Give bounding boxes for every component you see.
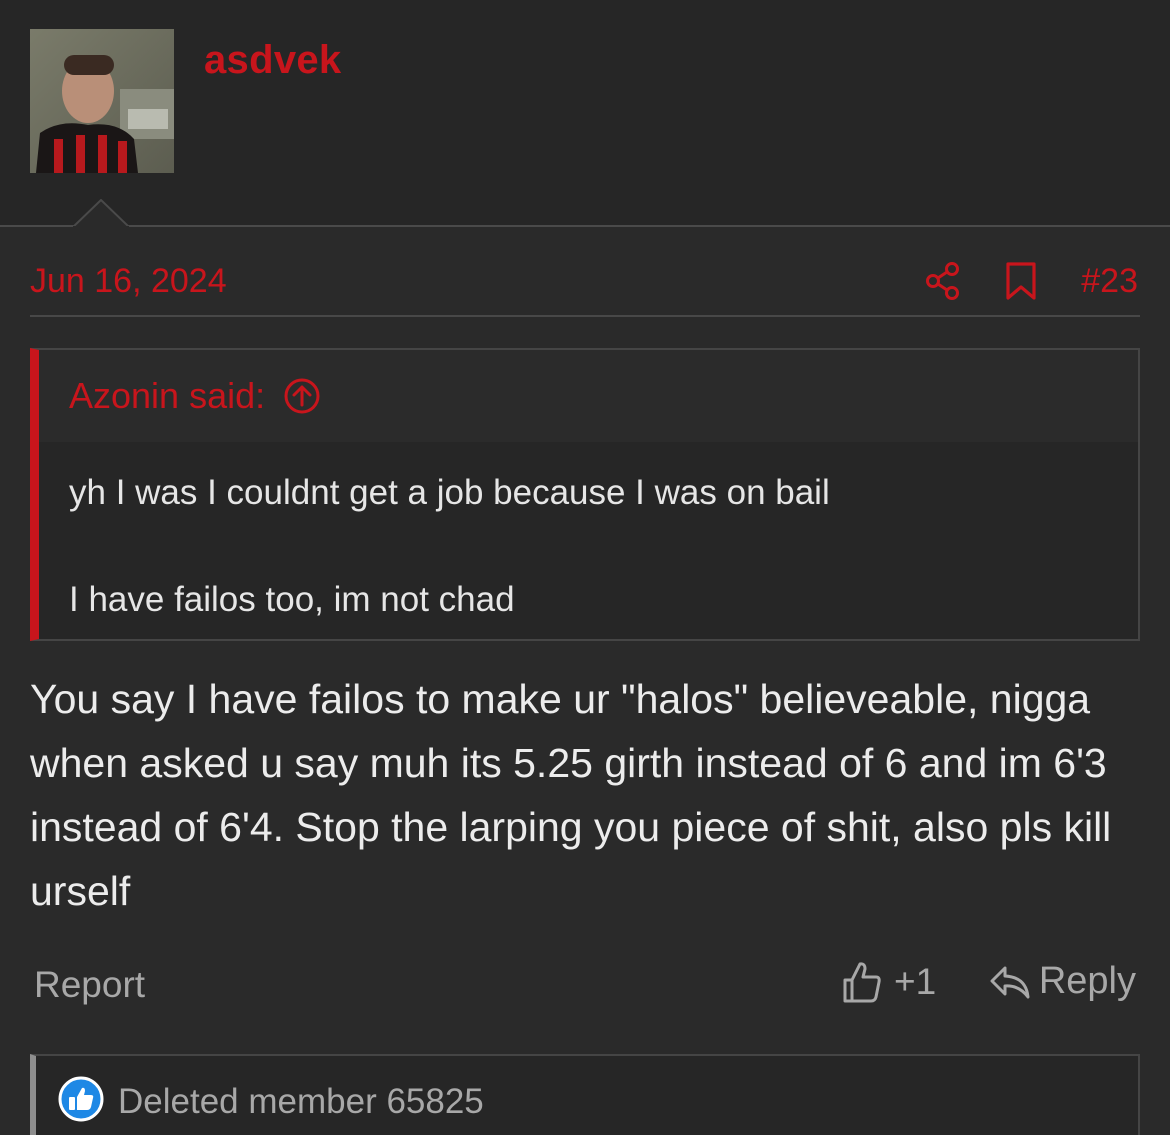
reply-arrow-icon [990, 966, 1030, 998]
header-divider [0, 225, 1170, 227]
avatar[interactable] [30, 29, 174, 173]
post-meta-actions: #23 [923, 258, 1138, 304]
username-link[interactable]: asdvek [204, 38, 341, 83]
post-number-link[interactable]: #23 [1081, 262, 1138, 301]
message-pointer-arrow [73, 199, 129, 228]
message-body: You say I have failos to make ur "halos"… [30, 676, 1112, 914]
thumbs-up-icon [843, 962, 881, 1003]
like-reaction-icon [58, 1076, 104, 1122]
share-icon[interactable] [923, 259, 963, 303]
forum-post-page: asdvek Jun 16, 2024 #23 Azonin said: yh … [0, 0, 1170, 1135]
quote-line: yh I was I couldnt get a job because I w… [69, 473, 830, 512]
avatar-photo-icon [30, 29, 174, 173]
quote-author[interactable]: Azonin said: [69, 375, 265, 417]
report-link[interactable]: Report [34, 964, 145, 1006]
bookmark-icon[interactable] [1001, 259, 1041, 303]
quote-body: yh I was I couldnt get a job because I w… [39, 442, 1138, 639]
arrow-up-circle-icon[interactable] [283, 377, 321, 415]
reply-label: Reply [1038, 960, 1136, 1002]
meta-divider [30, 315, 1140, 317]
like-button[interactable]: +1 [842, 960, 936, 1004]
reaction-member-link[interactable]: Deleted member 65825 [118, 1082, 484, 1122]
quote-header: Azonin said: [39, 350, 1138, 442]
reactions-bar: Deleted member 65825 [30, 1054, 1140, 1135]
quote-line: I have failos too, im not chad [69, 580, 515, 619]
reply-button[interactable]: Reply [989, 960, 1136, 1003]
quote-spacer [69, 520, 1138, 573]
user-header: asdvek [0, 0, 1170, 226]
quote-block: Azonin said: yh I was I couldnt get a jo… [30, 348, 1140, 641]
like-count: +1 [894, 961, 937, 1002]
post-date[interactable]: Jun 16, 2024 [30, 262, 227, 301]
